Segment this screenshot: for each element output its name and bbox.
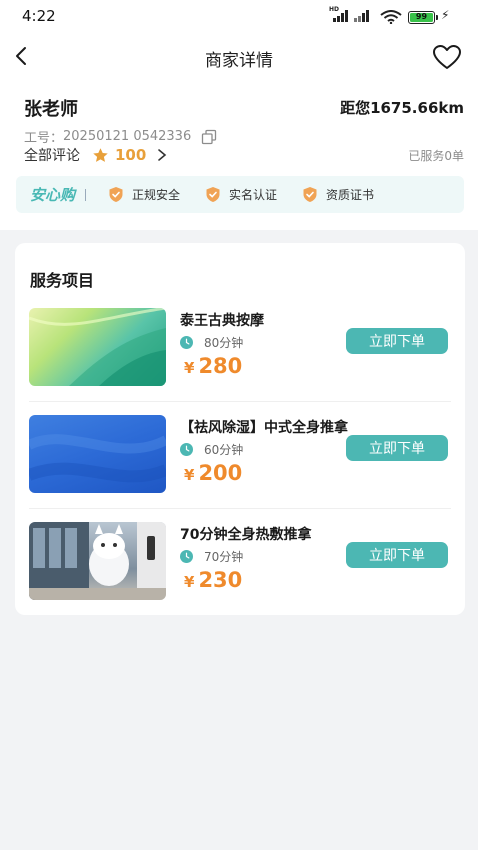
service-duration: 80分钟 bbox=[180, 334, 243, 351]
service-item[interactable]: 【祛风除湿】中式全身推拿 60分钟 ¥ 200 立即下单 bbox=[29, 415, 451, 495]
service-duration: 70分钟 bbox=[180, 548, 243, 565]
service-price: ¥ 230 bbox=[184, 568, 242, 592]
star-icon bbox=[93, 147, 108, 162]
badge-certificate: 资质证书 bbox=[302, 186, 374, 203]
service-price: ¥ 280 bbox=[184, 354, 242, 378]
shield-check-icon bbox=[206, 187, 220, 202]
services-card: 服务项目 泰王古典按摩 80分钟 ¥ 280 立即下单 【祛风除湿】中式全身推拿… bbox=[15, 243, 465, 615]
service-image bbox=[29, 415, 166, 493]
badge-verified: 实名认证 bbox=[205, 186, 277, 203]
clock-icon bbox=[180, 443, 193, 456]
page-title: 商家详情 bbox=[205, 51, 273, 71]
merchant-id-value: 20250121 0542336 bbox=[63, 129, 192, 144]
service-image bbox=[29, 522, 166, 600]
shield-check-icon bbox=[109, 187, 123, 202]
service-name: 泰王古典按摩 bbox=[180, 313, 264, 329]
merchant-distance: 距您1675.66km bbox=[340, 99, 464, 117]
nav-bar: 商家详情 bbox=[0, 36, 478, 80]
reviews-link[interactable]: 全部评论 100 bbox=[24, 145, 168, 165]
price-currency: ¥ bbox=[184, 466, 195, 484]
assurance-bar: 安心购 正规安全 实名认证 资质证书 bbox=[16, 176, 464, 213]
service-duration-label: 70分钟 bbox=[204, 550, 244, 564]
rating-score: 100 bbox=[115, 146, 147, 164]
merchant-id-row: 工号： 20250121 0542336 bbox=[24, 127, 217, 146]
service-name: 【祛风除湿】中式全身推拿 bbox=[180, 420, 348, 436]
badge-safe-label: 正规安全 bbox=[132, 188, 181, 202]
shield-check-icon bbox=[303, 187, 317, 202]
order-now-button[interactable]: 立即下单 bbox=[346, 435, 448, 461]
price-amount: 230 bbox=[198, 568, 243, 592]
heart-icon[interactable] bbox=[432, 44, 462, 70]
battery-icon: 99 bbox=[408, 11, 435, 24]
service-duration: 60分钟 bbox=[180, 441, 243, 458]
assurance-brand: 安心购 bbox=[30, 186, 76, 204]
service-price: ¥ 200 bbox=[184, 461, 242, 485]
order-now-button[interactable]: 立即下单 bbox=[346, 542, 448, 568]
charging-icon: ⚡ bbox=[441, 8, 450, 22]
assurance-divider bbox=[85, 188, 87, 201]
header-section: 4:22 HD 99 ⚡ 商家详情 张老师 距您1675.66km 工号： 20… bbox=[0, 0, 478, 230]
badge-certificate-label: 资质证书 bbox=[326, 188, 375, 202]
wifi-icon bbox=[380, 10, 402, 24]
reviews-label: 全部评论 bbox=[24, 148, 80, 164]
price-currency: ¥ bbox=[184, 573, 195, 591]
badge-verified-label: 实名认证 bbox=[229, 188, 278, 202]
service-duration-label: 60分钟 bbox=[204, 443, 244, 457]
price-amount: 200 bbox=[198, 461, 243, 485]
service-duration-label: 80分钟 bbox=[204, 336, 244, 350]
signal-icon-secondary bbox=[354, 10, 369, 22]
status-bar: 4:22 HD 99 ⚡ bbox=[0, 0, 478, 34]
item-divider bbox=[29, 508, 451, 509]
service-image bbox=[29, 308, 166, 386]
badge-safe: 正规安全 bbox=[108, 186, 180, 203]
served-count: 已服务0单 bbox=[408, 149, 464, 163]
services-heading: 服务项目 bbox=[30, 271, 95, 290]
status-time: 4:22 bbox=[22, 7, 56, 25]
merchant-name: 张老师 bbox=[24, 99, 78, 120]
copy-icon[interactable] bbox=[201, 129, 217, 145]
item-divider bbox=[29, 401, 451, 402]
service-name: 70分钟全身热敷推拿 bbox=[180, 527, 312, 543]
price-currency: ¥ bbox=[184, 359, 195, 377]
battery-tip bbox=[436, 15, 438, 20]
price-amount: 280 bbox=[198, 354, 243, 378]
battery-level: 99 bbox=[410, 13, 433, 22]
clock-icon bbox=[180, 336, 193, 349]
signal-icon bbox=[333, 10, 348, 22]
chevron-right-icon bbox=[158, 149, 167, 161]
service-item[interactable]: 泰王古典按摩 80分钟 ¥ 280 立即下单 bbox=[29, 308, 451, 388]
service-item[interactable]: 70分钟全身热敷推拿 70分钟 ¥ 230 立即下单 bbox=[29, 522, 451, 602]
merchant-id-label: 工号： bbox=[24, 131, 64, 146]
clock-icon bbox=[180, 550, 193, 563]
order-now-button[interactable]: 立即下单 bbox=[346, 328, 448, 354]
